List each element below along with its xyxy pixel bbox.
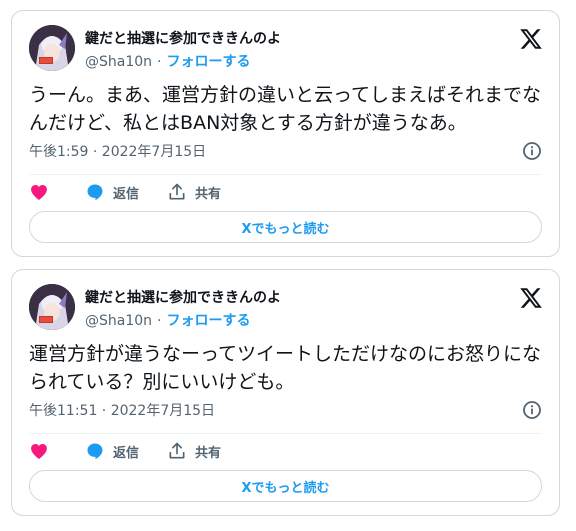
- share-label: 共有: [195, 186, 222, 202]
- divider: [29, 433, 542, 434]
- separator: ·: [157, 313, 162, 329]
- heart-icon: [31, 185, 47, 200]
- x-logo-icon[interactable]: [519, 27, 543, 51]
- info-icon[interactable]: [522, 400, 542, 420]
- follow-button[interactable]: フォローする: [166, 313, 250, 329]
- reply-button[interactable]: 返信: [85, 441, 139, 461]
- avatar[interactable]: [29, 284, 75, 330]
- share-button[interactable]: 共有: [167, 441, 221, 461]
- reply-icon: [87, 184, 103, 201]
- handle[interactable]: @Sha10n: [85, 54, 152, 70]
- avatar-image: [29, 25, 75, 71]
- heart-icon: [31, 444, 47, 459]
- tweet-card[interactable]: 鍵だと抽選に参加でききんのよ @Sha10n · フォローする うーん。まあ、運営方…: [11, 10, 560, 257]
- reply-icon: [87, 443, 103, 460]
- read-more-button[interactable]: Xでもっと読む: [29, 211, 542, 243]
- share-icon: [169, 183, 185, 200]
- like-button[interactable]: [29, 441, 49, 461]
- reply-button[interactable]: 返信: [85, 182, 139, 202]
- timestamp[interactable]: 午後1:59 · 2022年7月15日: [29, 141, 206, 161]
- avatar[interactable]: [29, 25, 75, 71]
- reply-label: 返信: [113, 445, 140, 461]
- display-name[interactable]: 鍵だと抽選に参加でききんのよ: [85, 287, 281, 307]
- action-bar: 返信 共有: [29, 181, 249, 203]
- timestamp[interactable]: 午後11:51 · 2022年7月15日: [29, 400, 215, 420]
- tweet-text: 運営方針が違うなーってツイートしただけなのにお怒りになられている？別にいいけども…: [29, 343, 542, 393]
- share-button[interactable]: 共有: [167, 182, 221, 202]
- separator: ·: [157, 54, 162, 70]
- tweet-card[interactable]: 鍵だと抽選に参加でききんのよ @Sha10n · フォローする 運営方針が違うなーっ…: [11, 269, 560, 516]
- like-button[interactable]: [29, 182, 49, 202]
- display-name[interactable]: 鍵だと抽選に参加でききんのよ: [85, 28, 281, 48]
- x-logo-icon[interactable]: [519, 286, 543, 310]
- share-label: 共有: [195, 445, 222, 461]
- share-icon: [169, 442, 185, 459]
- handle-row: @Sha10n · フォローする: [85, 310, 250, 330]
- action-bar: 返信 共有: [29, 440, 249, 462]
- reply-label: 返信: [113, 186, 140, 202]
- info-icon[interactable]: [522, 141, 542, 161]
- handle[interactable]: @Sha10n: [85, 313, 152, 329]
- follow-button[interactable]: フォローする: [166, 54, 250, 70]
- tweet-text: うーん。まあ、運営方針の違いと云ってしまえばそれまでなんだけど、私とはBAN対象…: [29, 84, 542, 134]
- divider: [29, 174, 542, 175]
- handle-row: @Sha10n · フォローする: [85, 51, 250, 71]
- read-more-button[interactable]: Xでもっと読む: [29, 470, 542, 502]
- avatar-image: [29, 284, 75, 330]
